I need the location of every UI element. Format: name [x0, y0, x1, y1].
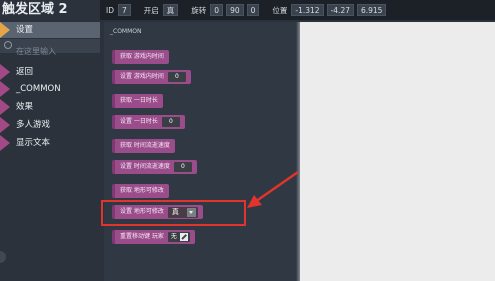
number-slot[interactable]: 0 [167, 72, 186, 82]
block-get-time-speed[interactable]: 获取 时间流逝速度 [112, 139, 175, 153]
block-set-day-length[interactable]: 设置 一日时长 0 [112, 115, 185, 129]
position-label: 位置 [272, 5, 288, 15]
block-label: 获取 一日时长 [120, 97, 158, 104]
enabled-label: 开启 [143, 5, 159, 15]
category-marker-icon [0, 64, 10, 80]
rotation-x-field[interactable]: 0 [210, 4, 224, 16]
category-sidebar: 设置 返回 _COMMON 效果 多人游戏 显示文本 [0, 22, 104, 281]
collapse-handle[interactable] [0, 251, 6, 263]
search-box[interactable] [0, 39, 100, 58]
rotation-y-field[interactable]: 90 [226, 4, 244, 16]
id-label: ID [106, 5, 114, 15]
block-reset-move-keys[interactable]: 重置移动键 玩家 无 [112, 230, 195, 244]
sidebar-item-label: 返回 [16, 67, 34, 77]
top-bar: 触发区域 2 ID 7 开启 真 旋转 0 90 0 位置 -1.312 -4.… [0, 0, 495, 20]
block-get-terrain-editable[interactable]: 获取 地形可修改 [112, 184, 169, 198]
position-x-field[interactable]: -1.312 [291, 4, 324, 16]
block-label: 获取 时间流逝速度 [120, 142, 170, 149]
enabled-value[interactable]: 真 [162, 4, 179, 16]
block-label: 设置 一日时长 [120, 118, 158, 125]
block-label: 设置 游戏内时间 [120, 73, 164, 80]
sidebar-item-label: 显示文本 [16, 138, 51, 148]
sidebar-item-label: 效果 [16, 102, 34, 112]
block-get-day-length[interactable]: 获取 一日时长 [112, 94, 163, 108]
category-marker-icon [0, 99, 10, 115]
rotation-z-field[interactable]: 0 [246, 4, 260, 16]
window-title: 触发区域 2 [0, 0, 100, 20]
category-marker-icon [0, 117, 10, 133]
block-get-game-time[interactable]: 获取 游戏内时间 [112, 50, 169, 64]
rotation-label: 旋转 [191, 5, 207, 15]
search-icon [4, 41, 12, 49]
id-value[interactable]: 7 [118, 4, 131, 16]
position-z-field[interactable]: 6.915 [356, 4, 387, 16]
sidebar-item-display-text[interactable]: 显示文本 [0, 135, 100, 151]
sidebar-item-label: 多人游戏 [16, 120, 51, 130]
category-marker-icon [0, 81, 10, 97]
sidebar-item-effects[interactable]: 效果 [0, 99, 100, 115]
search-input[interactable] [16, 45, 96, 58]
block-label: 重置移动键 玩家 [120, 233, 164, 240]
sidebar-item-common[interactable]: _COMMON [0, 81, 100, 97]
block-set-time-speed[interactable]: 设置 时间流逝速度 0 [112, 160, 197, 174]
property-row: ID 7 开启 真 旋转 0 90 0 位置 -1.312 -4.27 6.91… [106, 3, 389, 17]
category-marker-icon [0, 135, 10, 151]
number-slot[interactable]: 0 [161, 117, 180, 127]
block-label: 设置 时间流逝速度 [120, 163, 170, 170]
block-set-game-time[interactable]: 设置 游戏内时间 0 [112, 70, 191, 84]
block-label: 获取 地形可修改 [120, 187, 164, 194]
scene-viewport[interactable] [300, 22, 495, 281]
tab-marker-icon [0, 22, 10, 38]
sidebar-item-back[interactable]: 返回 [0, 64, 100, 80]
number-slot[interactable]: 0 [173, 162, 192, 172]
tab-settings[interactable]: 设置 [0, 22, 100, 38]
position-y-field[interactable]: -4.27 [326, 4, 354, 16]
player-slot-value: 无 [170, 233, 177, 240]
player-slot[interactable]: 无 [167, 232, 190, 242]
block-label: 获取 游戏内时间 [120, 53, 164, 60]
sidebar-item-label: _COMMON [16, 84, 61, 94]
highlight-box [101, 200, 246, 226]
tab-settings-label: 设置 [16, 25, 34, 35]
sidebar-item-multiplayer[interactable]: 多人游戏 [0, 117, 100, 133]
palette-header: _COMMON [110, 28, 142, 35]
picker-icon[interactable] [179, 233, 188, 241]
block-palette: _COMMON 获取 游戏内时间 设置 游戏内时间 0 获取 一日时长 设置 一… [104, 22, 300, 281]
